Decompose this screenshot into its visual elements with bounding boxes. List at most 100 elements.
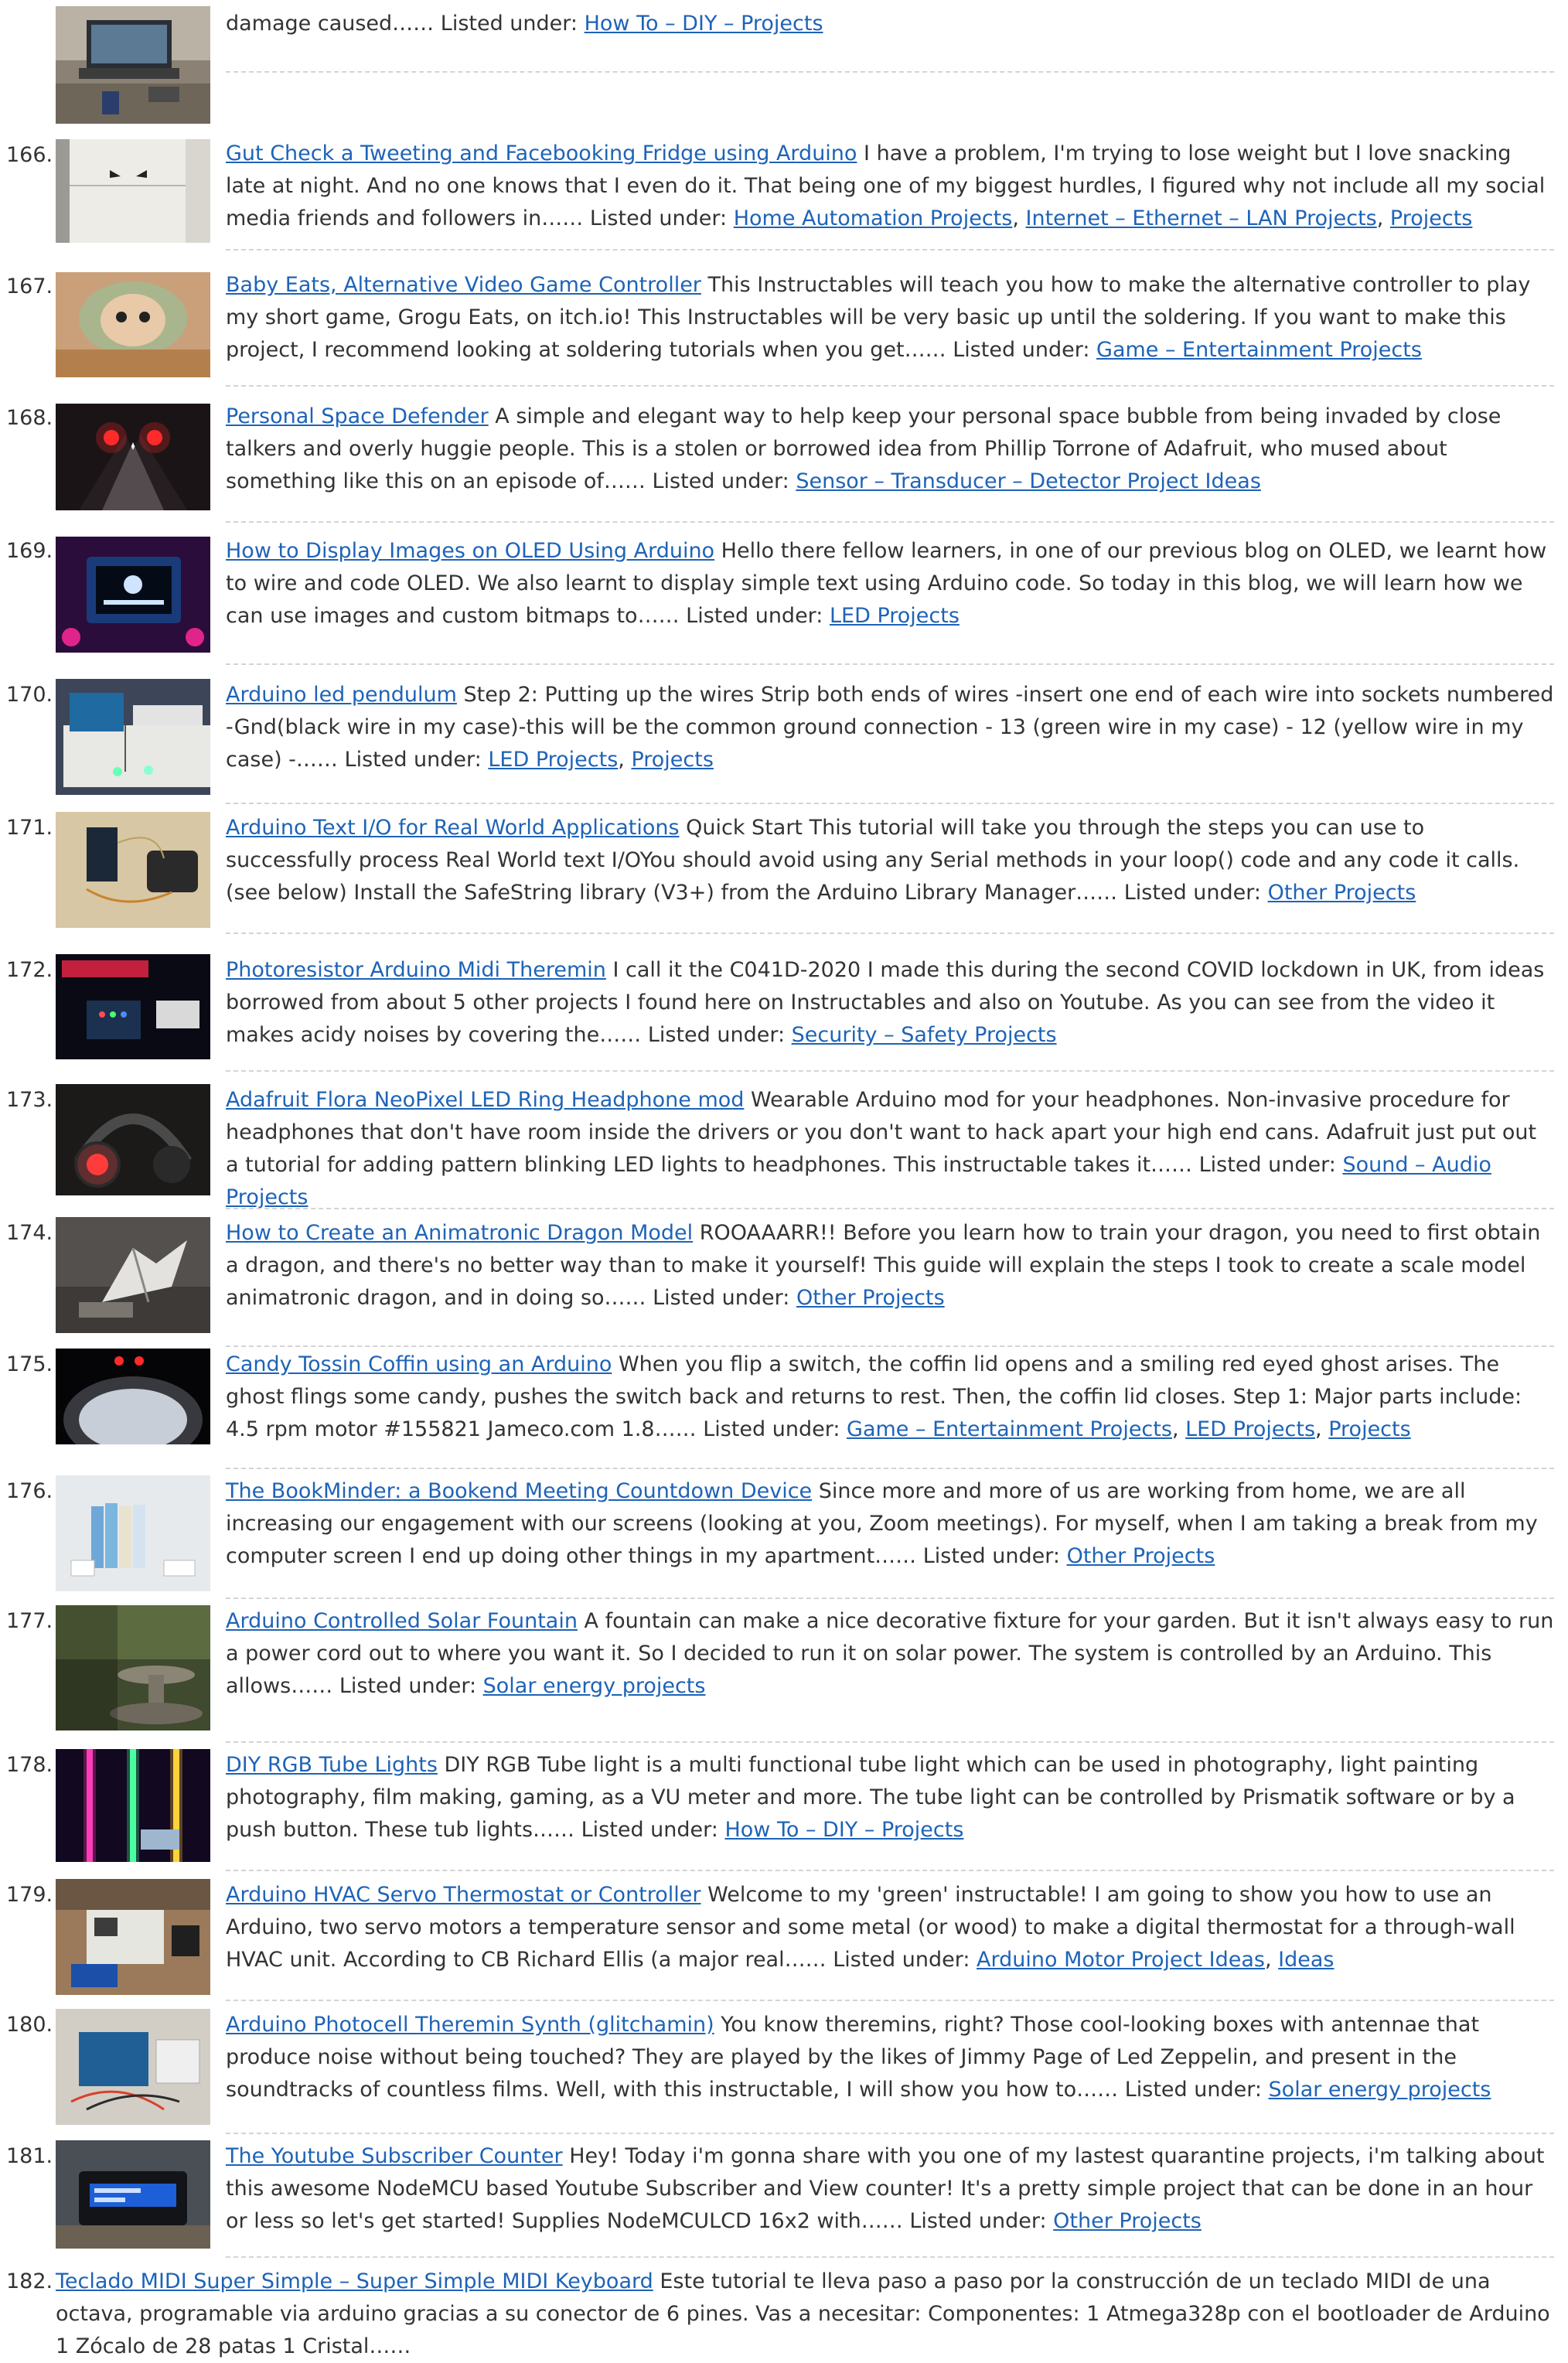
item-body: Arduino HVAC Servo Thermostat or Control… — [226, 1879, 1554, 1976]
item-number: 182. — [6, 2269, 53, 2293]
category-link[interactable]: Internet – Ethernet – LAN Projects — [1026, 206, 1377, 230]
item-title-link[interactable]: The BookMinder: a Bookend Meeting Countd… — [226, 1479, 812, 1503]
listed-under-label: Listed under: — [652, 469, 789, 493]
item-body: Baby Eats, Alternative Video Game Contro… — [226, 269, 1554, 367]
list-item: 169. How to Display Images on OLED Using… — [0, 535, 1568, 665]
item-title-link[interactable]: Personal Space Defender — [226, 404, 489, 428]
item-body: How to Create an Animatronic Dragon Mode… — [226, 1217, 1554, 1314]
thumbnail-image[interactable] — [56, 1084, 210, 1195]
category-link[interactable]: Projects — [1390, 206, 1472, 230]
thumbnail-image[interactable] — [56, 1349, 210, 1444]
category-link[interactable]: Other Projects — [1067, 1544, 1215, 1568]
category-link[interactable]: Solar energy projects — [483, 1674, 706, 1698]
thumbnail-image[interactable] — [56, 954, 210, 1059]
category-link[interactable]: Other Projects — [796, 1286, 945, 1310]
item-body: Candy Tossin Coffin using an Arduino Whe… — [226, 1349, 1554, 1446]
item-body: Arduino Controlled Solar Fountain A foun… — [226, 1605, 1554, 1703]
item-title-link[interactable]: Arduino led pendulum — [226, 683, 457, 707]
item-number: 174. — [6, 1221, 53, 1245]
thumbnail-image[interactable] — [56, 272, 210, 377]
category-link[interactable]: Game – Entertainment Projects — [1096, 338, 1422, 362]
thumbnail-image[interactable] — [56, 139, 210, 243]
list-item: 166. Gut Check a Tweeting and Facebookin… — [0, 138, 1568, 261]
category-link[interactable]: Home Automation Projects — [734, 206, 1013, 230]
category-link[interactable]: Arduino Motor Project Ideas — [977, 1948, 1265, 1972]
thumbnail-image[interactable] — [56, 2140, 210, 2249]
item-divider — [226, 2000, 1554, 2001]
item-divider — [226, 933, 1554, 934]
listed-under-label: Listed under: — [589, 206, 728, 230]
category-link[interactable]: LED Projects — [1185, 1417, 1315, 1441]
thumbnail-image[interactable] — [56, 679, 210, 795]
item-title-link[interactable]: Arduino HVAC Servo Thermostat or Control… — [226, 1883, 701, 1907]
list-item: 168. Personal Space Defender A simple an… — [0, 401, 1568, 524]
item-body: The Youtube Subscriber Counter Hey! Toda… — [226, 2140, 1554, 2238]
item-description: damage caused…… — [226, 12, 435, 36]
item-divider — [226, 71, 1554, 73]
item-title-link[interactable]: Adafruit Flora NeoPixel LED Ring Headpho… — [226, 1088, 744, 1112]
item-title-link[interactable]: Arduino Controlled Solar Fountain — [226, 1609, 578, 1633]
item-divider — [226, 385, 1554, 387]
item-title-link[interactable]: Arduino Text I/O for Real World Applicat… — [226, 816, 680, 840]
item-divider — [226, 1597, 1554, 1599]
thumbnail-image[interactable] — [56, 2009, 210, 2125]
item-number: 172. — [6, 958, 53, 982]
item-title-link[interactable]: Baby Eats, Alternative Video Game Contro… — [226, 273, 701, 297]
item-title-link[interactable]: How to Display Images on OLED Using Ardu… — [226, 539, 714, 563]
category-link[interactable]: Projects — [1328, 1417, 1410, 1441]
category-link[interactable]: Projects — [631, 748, 713, 772]
item-title-link[interactable]: DIY RGB Tube Lights — [226, 1753, 438, 1777]
thumbnail-image[interactable] — [56, 812, 210, 928]
item-number: 175. — [6, 1352, 53, 1376]
category-link[interactable]: Security – Safety Projects — [792, 1023, 1057, 1047]
item-title-link[interactable]: Arduino Photocell Theremin Synth (glitch… — [226, 2013, 714, 2037]
thumbnail-image[interactable] — [56, 1605, 210, 1730]
thumbnail-image[interactable] — [56, 404, 210, 510]
item-number: 180. — [6, 2013, 53, 2037]
item-body: Adafruit Flora NeoPixel LED Ring Headpho… — [226, 1084, 1554, 1214]
category-link[interactable]: Other Projects — [1268, 881, 1416, 905]
thumbnail-image[interactable] — [56, 537, 210, 653]
item-number: 166. — [6, 143, 53, 167]
thumbnail-image[interactable] — [56, 6, 210, 124]
item-divider — [226, 2256, 1554, 2258]
category-link[interactable]: Ideas — [1278, 1948, 1334, 1972]
category-link[interactable]: Solar energy projects — [1269, 2078, 1491, 2102]
category-link[interactable]: Game – Entertainment Projects — [847, 1417, 1172, 1441]
item-title-link[interactable]: Gut Check a Tweeting and Facebooking Fri… — [226, 142, 857, 165]
thumbnail-image[interactable] — [56, 1879, 210, 1995]
category-link[interactable]: Other Projects — [1053, 2209, 1202, 2233]
category-link[interactable]: LED Projects — [488, 748, 618, 772]
item-title-link[interactable]: Photoresistor Arduino Midi Theremin — [226, 958, 606, 982]
listed-under-label: Listed under: — [653, 1286, 790, 1310]
item-divider — [226, 1468, 1554, 1469]
item-title-link[interactable]: How to Create an Animatronic Dragon Mode… — [226, 1221, 693, 1245]
item-title-link[interactable]: The Youtube Subscriber Counter — [226, 2144, 563, 2168]
thumbnail-image[interactable] — [56, 1217, 210, 1333]
listed-under-label: Listed under: — [686, 604, 823, 628]
item-number: 169. — [6, 539, 53, 563]
thumbnail-image[interactable] — [56, 1749, 210, 1862]
listed-under-label: Listed under: — [833, 1948, 970, 1972]
list-separator: , — [1376, 206, 1384, 230]
item-number: 181. — [6, 2144, 53, 2168]
list-separator: , — [1315, 1417, 1322, 1441]
category-link[interactable]: LED Projects — [830, 604, 960, 628]
thumbnail-image[interactable] — [56, 1475, 210, 1591]
list-item: 179. Arduino HVAC Servo Thermostat or Co… — [0, 1879, 1568, 2003]
list-item: 178. DIY RGB Tube Lights DIY RGB Tube li… — [0, 1749, 1568, 1873]
item-number: 170. — [6, 683, 53, 707]
item-title-link[interactable]: Teclado MIDI Super Simple – Super Simple… — [56, 2269, 653, 2293]
item-number: 176. — [6, 1479, 53, 1503]
item-body: DIY RGB Tube Lights DIY RGB Tube light i… — [226, 1749, 1554, 1846]
listed-under-label: Listed under: — [909, 2209, 1047, 2233]
item-body: Personal Space Defender A simple and ele… — [226, 401, 1554, 498]
list-item: 180. Arduino Photocell Theremin Synth (g… — [0, 2009, 1568, 2134]
item-title-link[interactable]: Candy Tossin Coffin using an Arduino — [226, 1352, 612, 1376]
listed-under-label: Listed under: — [922, 1544, 1060, 1568]
list-item: 173. Adafruit Flora NeoPixel LED Ring He… — [0, 1084, 1568, 1209]
category-link[interactable]: Sensor – Transducer – Detector Project I… — [796, 469, 1261, 493]
list-item: 181. The Youtube Subscriber Counter Hey!… — [0, 2140, 1568, 2258]
category-link[interactable]: How To – DIY – Projects — [724, 1818, 963, 1842]
category-link[interactable]: How To – DIY – Projects — [585, 12, 823, 36]
